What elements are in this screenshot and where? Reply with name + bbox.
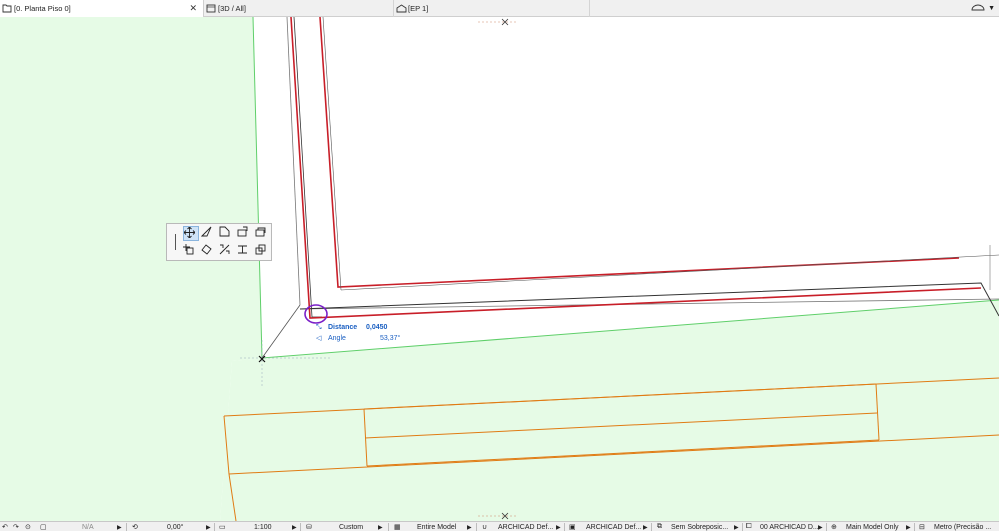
wall-reference-line: [261, 304, 301, 359]
stretch-icon[interactable]: [219, 244, 235, 259]
tab-3d[interactable]: [3D / All]: [204, 0, 394, 17]
wall-reference-line: [299, 298, 999, 310]
zone-fill-left: [0, 17, 262, 521]
drag-copy-icon[interactable]: [183, 244, 199, 259]
separator: [826, 523, 827, 531]
wall-outline: [340, 254, 999, 291]
3d-window-icon: [204, 4, 218, 13]
separator: [651, 523, 652, 531]
status-bar: ↶ ↷ ⊙ ▢ N/A ▶ ⟲ 0,00° ▶ ▭ 1:100 ▶ ⛁ Cust…: [0, 521, 999, 531]
angle-label: Angle: [328, 335, 346, 342]
distance-value[interactable]: 0,0450: [366, 322, 387, 333]
separator: [126, 523, 127, 531]
tab-elevation[interactable]: [EP 1]: [394, 0, 590, 17]
tab-floor-plan[interactable]: [0. Planta Piso 0] ✕: [0, 0, 204, 17]
tab-bar: [0. Planta Piso 0] ✕ [3D / All] [EP 1] ▼: [0, 0, 999, 17]
rotate-icon[interactable]: [201, 226, 217, 241]
tab-overflow[interactable]: ▼: [970, 0, 995, 17]
separator: [564, 523, 565, 531]
wall-red-inner: [319, 17, 960, 288]
distance-label: Distance: [328, 324, 358, 331]
separator: [742, 523, 743, 531]
wall-outline: [322, 17, 342, 291]
split-marker-top: [478, 18, 517, 26]
tab-label: [0. Planta Piso 0]: [14, 4, 71, 13]
navigator-icon[interactable]: [970, 3, 986, 14]
angle-icon: ◁: [316, 335, 322, 342]
floor-plan-icon: [0, 4, 14, 13]
separator: [214, 523, 215, 531]
tab-label: [3D / All]: [218, 4, 246, 13]
elevation-icon: [394, 4, 408, 13]
separator: [914, 523, 915, 531]
chevron-down-icon[interactable]: ▼: [988, 5, 995, 12]
drag-icon[interactable]: [183, 226, 199, 241]
rotate-copy-icon[interactable]: [201, 244, 217, 259]
plan-drawing: [0, 17, 999, 521]
pet-palette: [166, 223, 272, 261]
offset-icon[interactable]: [255, 226, 271, 241]
separator: [300, 523, 301, 531]
angle-value[interactable]: 53,37°: [380, 333, 400, 344]
plan-canvas[interactable]: ⤡ Distance 0,0450 ◁ Angle 53,37°: [0, 17, 999, 521]
multiply-icon[interactable]: [237, 244, 253, 259]
tab-label: [EP 1]: [408, 4, 429, 13]
separator: [476, 523, 477, 531]
elevate-icon[interactable]: [237, 226, 253, 241]
tracker: ⤡ Distance 0,0450 ◁ Angle 53,37°: [316, 322, 400, 344]
close-icon[interactable]: ✕: [189, 3, 197, 14]
snap-highlight: [304, 304, 328, 324]
separator: [388, 523, 389, 531]
resize-icon[interactable]: [255, 244, 271, 259]
palette-separator: [175, 234, 176, 250]
distance-icon: ⤡: [316, 324, 322, 331]
mirror-icon[interactable]: [219, 226, 235, 241]
